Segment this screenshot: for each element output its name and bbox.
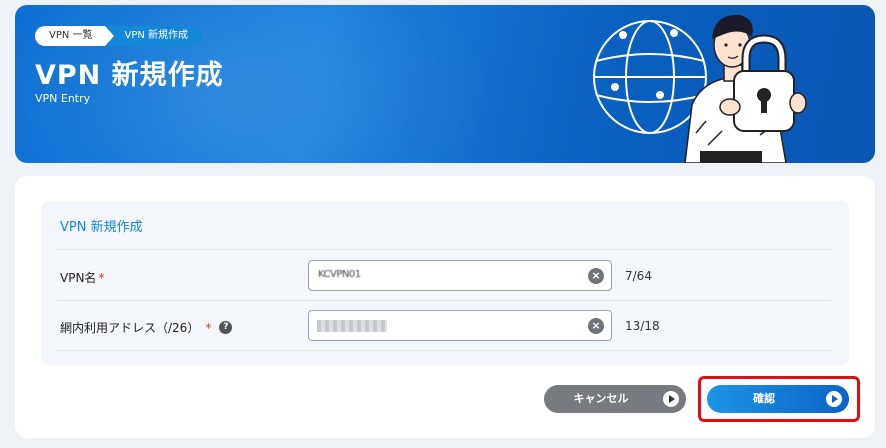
vpn-name-label: VPN名 * [60, 269, 104, 286]
section-title: VPN 新規作成 [60, 220, 143, 235]
globe-icon [593, 20, 707, 134]
internal-address-input[interactable]: × [308, 310, 612, 341]
required-mark: * [98, 270, 105, 285]
required-mark: * [205, 320, 212, 335]
divider [57, 249, 831, 250]
cancel-button-label: キャンセル [573, 392, 629, 405]
internal-address-label-text: 網内利用アドレス（/26） [60, 321, 200, 335]
vpn-security-illustration [593, 14, 807, 163]
vpn-form-panel: VPN 新規作成 VPN名 * KCVPN01 × 7/64 網内利用アドレス（… [41, 201, 849, 365]
vpn-name-input[interactable]: KCVPN01 × [308, 260, 612, 291]
breadcrumb-vpn-new: VPN 新規作成 [104, 26, 203, 46]
masked-address-value [317, 320, 387, 332]
close-icon[interactable]: × [588, 318, 604, 334]
play-arrow-icon [663, 391, 679, 407]
vpn-name-value: KCVPN01 [318, 269, 361, 280]
form-card: VPN 新規作成 VPN名 * KCVPN01 × 7/64 網内利用アドレス（… [15, 176, 875, 438]
divider [57, 300, 831, 301]
confirm-button[interactable]: 確認 [707, 385, 849, 413]
vpn-name-char-counter: 7/64 [625, 269, 652, 283]
vpn-name-label-text: VPN名 [60, 271, 97, 285]
cancel-button[interactable]: キャンセル [544, 385, 686, 413]
internal-address-char-counter: 13/18 [625, 319, 660, 333]
breadcrumb-vpn-list[interactable]: VPN 一覧 [35, 26, 114, 46]
divider [57, 350, 831, 351]
page-subtitle: VPN Entry [35, 92, 91, 105]
internal-address-label: 網内利用アドレス（/26） * ? [60, 319, 233, 336]
close-icon[interactable]: × [588, 268, 604, 284]
breadcrumb: VPN 一覧 VPN 新規作成 [35, 26, 203, 46]
play-arrow-icon [826, 391, 842, 407]
help-icon[interactable]: ? [219, 321, 233, 334]
page-header-banner: VPN 一覧 VPN 新規作成 VPN 新規作成 VPN Entry [15, 5, 875, 163]
page-title: VPN 新規作成 [35, 60, 224, 91]
confirm-button-label: 確認 [753, 392, 775, 405]
